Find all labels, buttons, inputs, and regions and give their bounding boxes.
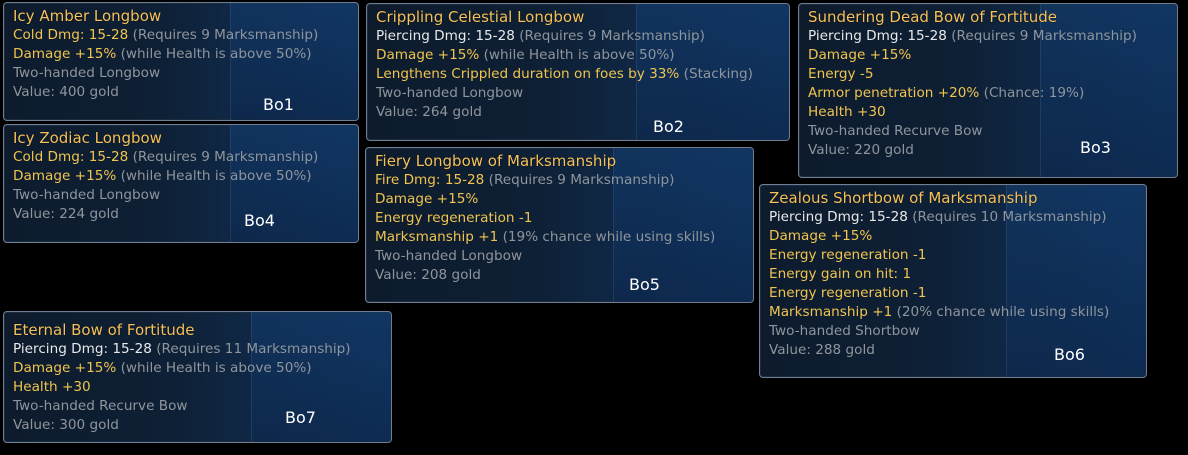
item-value: Value: 264 gold [376,104,482,120]
item-tooltip-bo3: Sundering Dead Bow of Fortitude Piercing… [798,3,1178,178]
damage-stat: Fire Dmg: 15-28 [375,172,485,188]
damage-stat: Cold Dmg: 15-28 [13,149,129,165]
item-type: Two-handed Recurve Bow [808,123,983,139]
item-value: Value: 208 gold [375,267,481,283]
item-tooltip-bo4: Icy Zodiac Longbow Cold Dmg: 15-28 (Requ… [3,124,359,243]
item-code: Bo7 [285,408,316,427]
energy-regen-mod-2: Energy regeneration -1 [769,285,927,301]
item-tooltip-bo6: Zealous Shortbow of Marksmanship Piercin… [759,184,1147,378]
requirement-note: (Requires 9 Marksmanship) [488,172,675,188]
energy-mod: Energy -5 [808,66,874,82]
item-code: Bo3 [1080,138,1111,157]
condition-note: (while Health is above 50%) [120,360,312,376]
item-value: Value: 300 gold [13,417,119,433]
item-name: Icy Amber Longbow [13,7,162,25]
item-tooltip-bo5: Fiery Longbow of Marksmanship Fire Dmg: … [365,147,754,303]
health-mod: Health +30 [808,104,886,120]
requirement-note: (Requires 9 Marksmanship) [132,27,319,43]
item-code: Bo6 [1054,345,1085,364]
requirement-note: (Requires 9 Marksmanship) [519,28,705,44]
item-name: Fiery Longbow of Marksmanship [375,152,617,170]
energy-regen-mod: Energy regeneration -1 [769,247,927,263]
damage-stat: Piercing Dmg: 15-28 [13,341,152,357]
item-name: Eternal Bow of Fortitude [13,321,195,339]
armor-pen-mod: Armor penetration +20% [808,85,980,101]
damage-stat: Piercing Dmg: 15-28 [808,28,947,44]
chance-note: (20% chance while using skills) [896,304,1110,320]
item-tooltip-bo1: Icy Amber Longbow Cold Dmg: 15-28 (Requi… [3,2,359,121]
item-name: Sundering Dead Bow of Fortitude [808,8,1058,26]
damage-stat: Cold Dmg: 15-28 [13,27,129,43]
item-type: Two-handed Longbow [13,65,161,81]
requirement-note: (Requires 10 Marksmanship) [912,209,1107,225]
cripple-mod: Lengthens Crippled duration on foes by 3… [376,66,680,82]
item-code: Bo1 [263,95,294,114]
item-value: Value: 400 gold [13,84,119,100]
item-name: Icy Zodiac Longbow [13,129,162,147]
item-type: Two-handed Recurve Bow [13,398,188,414]
condition-note: (while Health is above 50%) [483,47,675,63]
damage-mod: Damage +15% [13,360,117,376]
requirement-note: (Requires 9 Marksmanship) [132,149,319,165]
item-type: Two-handed Longbow [13,187,161,203]
item-tooltip-bo7: Eternal Bow of Fortitude Piercing Dmg: 1… [3,311,392,443]
requirement-note: (Requires 9 Marksmanship) [951,28,1137,44]
health-mod: Health +30 [13,379,91,395]
damage-mod: Damage +15% [808,47,912,63]
requirement-note: (Requires 11 Marksmanship) [156,341,351,357]
item-code: Bo5 [629,275,660,294]
condition-note: (while Health is above 50%) [120,46,312,62]
item-value: Value: 224 gold [13,206,119,222]
chance-note: (Chance: 19%) [983,85,1085,101]
item-name: Zealous Shortbow of Marksmanship [769,189,1038,207]
energy-gain-mod: Energy gain on hit: 1 [769,266,912,282]
item-value: Value: 220 gold [808,142,914,158]
item-code: Bo2 [653,117,684,136]
damage-mod: Damage +15% [769,228,873,244]
damage-stat: Piercing Dmg: 15-28 [376,28,515,44]
damage-mod: Damage +15% [376,47,480,63]
item-type: Two-handed Shortbow [769,323,920,339]
item-name: Crippling Celestial Longbow [376,8,585,26]
damage-mod: Damage +15% [375,191,479,207]
energy-regen-mod: Energy regeneration -1 [375,210,533,226]
marksmanship-mod: Marksmanship +1 [375,229,499,245]
damage-mod: Damage +15% [13,168,117,184]
item-code: Bo4 [244,211,275,230]
marksmanship-mod: Marksmanship +1 [769,304,893,320]
chance-note: (19% chance while using skills) [502,229,716,245]
item-type: Two-handed Longbow [375,248,523,264]
damage-mod: Damage +15% [13,46,117,62]
stacking-note: (Stacking) [683,66,753,82]
item-tooltip-bo2: Crippling Celestial Longbow Piercing Dmg… [366,3,790,141]
condition-note: (while Health is above 50%) [120,168,312,184]
damage-stat: Piercing Dmg: 15-28 [769,209,908,225]
item-type: Two-handed Longbow [376,85,524,101]
